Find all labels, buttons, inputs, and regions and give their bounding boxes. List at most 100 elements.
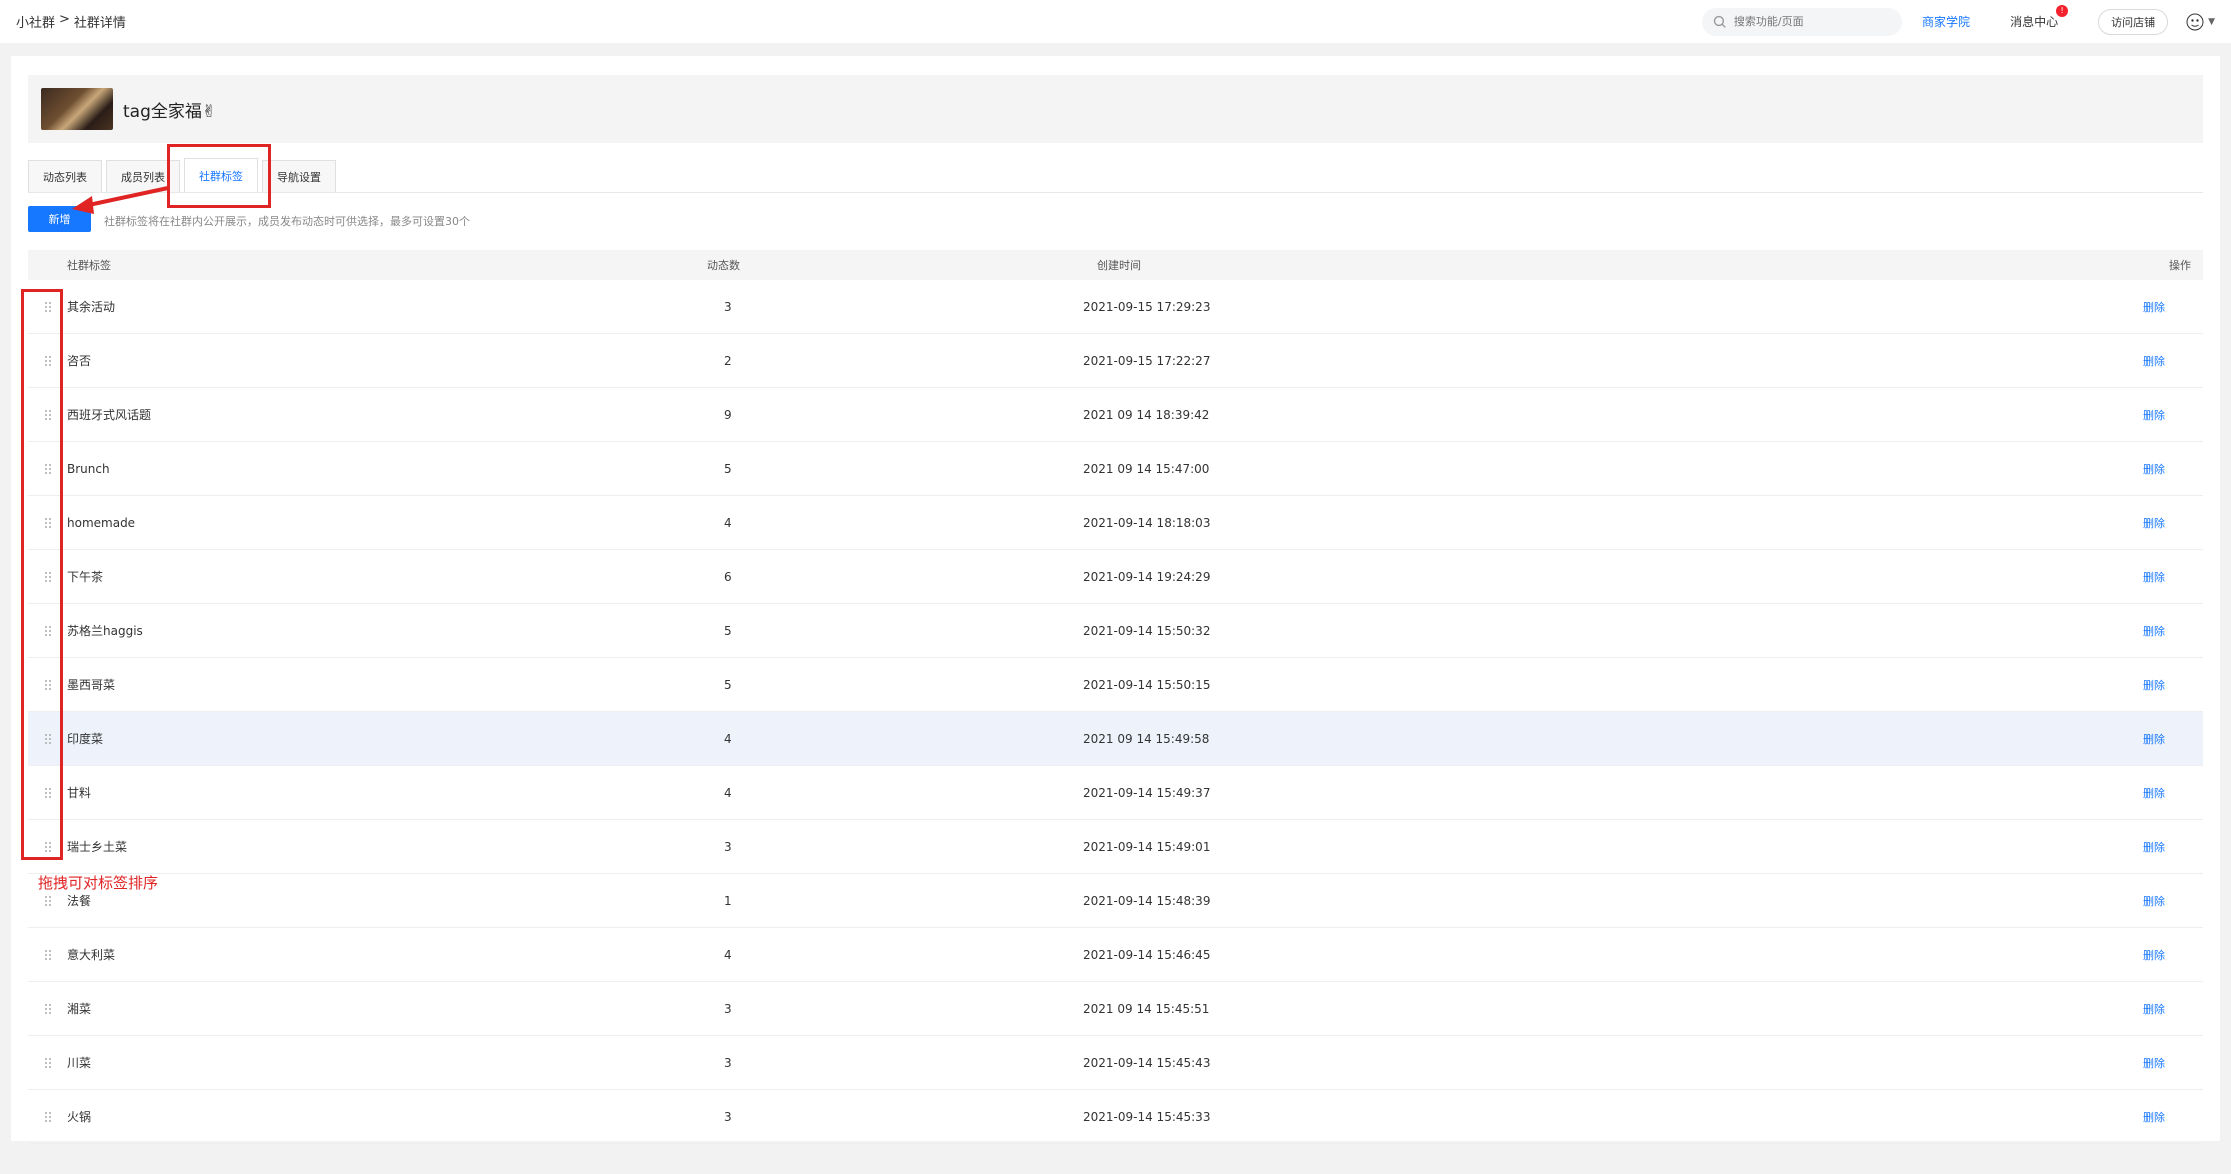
tag-name: Brunch — [67, 461, 110, 476]
table-row[interactable]: 苏格兰haggis 5 2021-09-14 15:50:32 删除 — [28, 604, 2203, 658]
table-row[interactable]: 意大利菜 4 2021-09-14 15:46:45 删除 — [28, 928, 2203, 982]
message-center-link[interactable]: 消息中心 ! — [2010, 5, 2069, 30]
tag-name: 川菜 — [67, 1056, 92, 1070]
delete-link[interactable]: 删除 — [1697, 1055, 2203, 1071]
message-badge: ! — [2056, 5, 2069, 17]
table-row[interactable]: homemade 4 2021-09-14 18:18:03 删除 — [28, 496, 2203, 550]
post-count: 5 — [724, 623, 732, 638]
annotation-drag-sort-text: 拖拽可对标签排序 — [38, 874, 159, 892]
delete-link[interactable]: 删除 — [1697, 1001, 2203, 1017]
delete-link[interactable]: 删除 — [1697, 839, 2203, 855]
delete-label: 删除 — [2143, 1002, 2165, 1016]
user-menu[interactable]: ▼ — [2186, 13, 2215, 31]
tab-nav-settings[interactable]: 导航设置 — [262, 160, 336, 192]
tag-name: 墨西哥菜 — [67, 678, 116, 692]
drag-handle-icon — [44, 1003, 51, 1014]
tag-name: 下午茶 — [67, 570, 104, 584]
post-count: 3 — [724, 1001, 732, 1016]
table-row[interactable]: 甘料 4 2021-09-14 15:49:37 删除 — [28, 766, 2203, 820]
delete-link[interactable]: 删除 — [1697, 1109, 2203, 1125]
table-row[interactable]: 西班牙式风话题 9 2021 09 14 18:39:42 删除 — [28, 388, 2203, 442]
drag-handle[interactable] — [28, 949, 67, 961]
table-row[interactable]: 瑞士乡土菜 3 2021-09-14 15:49:01 删除 — [28, 820, 2203, 874]
add-tag-button[interactable]: 新增 — [28, 206, 91, 232]
post-count: 3 — [724, 839, 732, 854]
table-row[interactable]: 湘菜 3 2021 09 14 15:45:51 删除 — [28, 982, 2203, 1036]
delete-label: 删除 — [2143, 516, 2165, 530]
delete-link[interactable]: 删除 — [1697, 353, 2203, 369]
table-row[interactable]: 下午茶 6 2021-09-14 19:24:29 删除 — [28, 550, 2203, 604]
delete-label: 删除 — [2143, 408, 2165, 422]
tag-name: 西班牙式风话题 — [67, 408, 152, 422]
annotation-box-drag-handles — [21, 289, 63, 860]
tag-name: 咨否 — [67, 354, 92, 368]
created-time: 2021 09 14 18:39:42 — [1083, 407, 1210, 422]
search-input[interactable] — [1733, 15, 1893, 28]
delete-link[interactable]: 删除 — [1697, 623, 2203, 639]
drag-handle-icon — [44, 949, 51, 960]
delete-link[interactable]: 删除 — [1697, 407, 2203, 423]
table-row[interactable]: 火锅 3 2021-09-14 15:45:33 删除 — [28, 1090, 2203, 1144]
table-header: 社群标签 动态数 创建时间 操作 — [28, 250, 2203, 280]
drag-handle[interactable] — [28, 895, 67, 907]
drag-handle[interactable] — [28, 1003, 67, 1015]
top-bar: 小社群 > 社群详情 商家学院 消息中心 ! 访问店铺 ▼ — [0, 0, 2231, 43]
header-action: 操作 — [2169, 259, 2191, 272]
post-count: 6 — [724, 569, 732, 584]
breadcrumb-current: 社群详情 — [73, 16, 126, 31]
annotation-box-tags-tab — [167, 144, 271, 208]
created-time: 2021-09-15 17:22:27 — [1083, 353, 1211, 368]
post-count: 4 — [724, 947, 732, 962]
delete-label: 删除 — [2143, 894, 2165, 908]
table-row[interactable]: 其余活动 3 2021-09-15 17:29:23 删除 — [28, 280, 2203, 334]
tag-name: 甘料 — [67, 786, 92, 800]
table-row[interactable]: 印度菜 4 2021 09 14 15:49:58 删除 — [28, 712, 2203, 766]
chevron-down-icon: ▼ — [2208, 16, 2215, 27]
delete-link[interactable]: 删除 — [1697, 785, 2203, 801]
drag-handle[interactable] — [28, 1111, 67, 1123]
created-time: 2021-09-14 18:18:03 — [1083, 515, 1211, 530]
post-count: 4 — [724, 731, 732, 746]
post-count: 3 — [724, 1055, 732, 1070]
delete-label: 删除 — [2143, 1056, 2165, 1070]
drag-handle-icon — [44, 1111, 51, 1122]
search-box[interactable] — [1702, 7, 1903, 36]
header-tag: 社群标签 — [67, 259, 111, 272]
delete-link[interactable]: 删除 — [1697, 893, 2203, 909]
table-row[interactable]: 墨西哥菜 5 2021-09-14 15:50:15 删除 — [28, 658, 2203, 712]
drag-handle[interactable] — [28, 1057, 67, 1069]
delete-link[interactable]: 删除 — [1697, 299, 2203, 315]
created-time: 2021-09-14 15:49:01 — [1083, 839, 1211, 854]
delete-link[interactable]: 删除 — [1697, 731, 2203, 747]
tag-name: 法餐 — [67, 894, 92, 908]
created-time: 2021-09-14 15:50:15 — [1083, 677, 1211, 692]
delete-link[interactable]: 删除 — [1697, 569, 2203, 585]
delete-label: 删除 — [2143, 1110, 2165, 1124]
created-time: 2021-09-14 15:49:37 — [1083, 785, 1211, 800]
tag-name: 其余活动 — [67, 300, 116, 314]
tag-name: 印度菜 — [67, 732, 104, 746]
table-row[interactable]: Brunch 5 2021 09 14 15:47:00 删除 — [28, 442, 2203, 496]
tag-name: 湘菜 — [67, 1002, 92, 1016]
table-row[interactable]: 川菜 3 2021-09-14 15:45:43 删除 — [28, 1036, 2203, 1090]
visit-store-button[interactable]: 访问店铺 — [2098, 8, 2169, 35]
table-row[interactable]: 咨否 2 2021-09-15 17:22:27 删除 — [28, 334, 2203, 388]
breadcrumb-root[interactable]: 小社群 — [16, 12, 55, 31]
delete-link[interactable]: 删除 — [1697, 461, 2203, 477]
tags-table: 社群标签 动态数 创建时间 操作 其余活动 3 2021-09-15 17:29:2… — [28, 250, 2203, 1144]
tab-posts[interactable]: 动态列表 — [28, 160, 102, 192]
post-count: 2 — [724, 353, 732, 368]
tag-name: 火锅 — [67, 1110, 92, 1124]
merchant-college-link[interactable]: 商家学院 — [1922, 13, 1970, 30]
delete-link[interactable]: 删除 — [1697, 947, 2203, 963]
community-cover-image — [41, 88, 113, 130]
created-time: 2021-09-14 15:45:43 — [1083, 1055, 1211, 1070]
delete-link[interactable]: 删除 — [1697, 677, 2203, 693]
created-time: 2021-09-14 15:48:39 — [1083, 893, 1211, 908]
table-row[interactable]: 法餐 1 2021-09-14 15:48:39 删除 — [28, 874, 2203, 928]
delete-link[interactable]: 删除 — [1697, 515, 2203, 531]
delete-label: 删除 — [2143, 570, 2165, 584]
breadcrumb-separator: > — [59, 12, 70, 27]
search-icon — [1713, 15, 1726, 28]
avatar-icon — [2186, 13, 2204, 30]
